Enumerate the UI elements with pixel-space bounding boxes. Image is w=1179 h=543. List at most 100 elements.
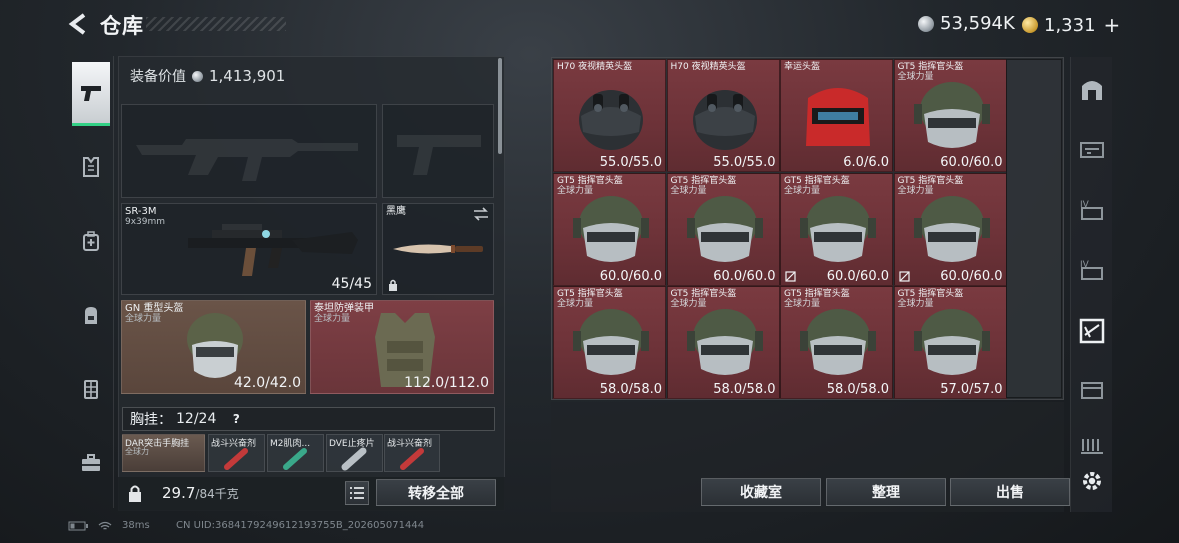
silver-amount: 53,594K <box>940 13 1015 34</box>
loadout-scrollbar[interactable] <box>498 58 502 154</box>
chest-item-slot[interactable]: M2肌肉... <box>267 434 324 472</box>
helmet-durability: 42.0/42.0 <box>233 375 301 391</box>
list-icon <box>350 487 364 499</box>
crate-icon <box>1081 382 1103 399</box>
lock-icon[interactable] <box>127 484 143 502</box>
storage-item[interactable]: GT5 指挥官头盔 全球力量 60.0/60.0 <box>553 172 666 286</box>
storage-nav: IV IV <box>1070 57 1112 512</box>
rig-icon <box>84 380 98 399</box>
item-faction: 全球力量 <box>784 185 821 196</box>
weight-display: 29.7/84千克 <box>162 484 239 502</box>
nav-case[interactable] <box>72 444 110 482</box>
item-faction: 全球力量 <box>670 185 707 196</box>
helmet-icon <box>806 88 870 146</box>
item-durability: 58.0/58.0 <box>599 382 662 397</box>
nav-backpack[interactable] <box>72 296 110 334</box>
armor-slot[interactable]: 泰坦防弹装甲 全球力量 112.0/112.0 <box>310 300 494 394</box>
chest-item-slot[interactable]: DVE止疼片 <box>326 434 383 472</box>
item-name: GT5 指挥官头盔 <box>897 175 964 186</box>
item-durability: 60.0/60.0 <box>599 268 662 284</box>
weapon-ammo: 45/45 <box>331 276 372 292</box>
nav-armor[interactable] <box>72 148 110 186</box>
chest-item-slot[interactable]: 战斗兴奋剂 <box>384 434 440 472</box>
wifi-icon <box>98 521 112 530</box>
storage-item[interactable]: GT5 指挥官头盔 全球力量 58.0/58.0 <box>666 286 780 399</box>
nav-vault[interactable] <box>1076 73 1108 105</box>
nav-weapons[interactable] <box>72 62 110 126</box>
weight-current: 29.7 <box>162 484 196 502</box>
weight-max: /84千克 <box>195 487 239 501</box>
lock-icon <box>389 279 397 291</box>
nav-chest-rig[interactable] <box>72 370 110 408</box>
settings-button[interactable] <box>1076 465 1108 497</box>
item-name: GT5 指挥官头盔 <box>557 289 623 299</box>
pistol-silhouette-icon <box>397 135 481 175</box>
nav-ammo[interactable] <box>1076 431 1108 463</box>
nav-weapon-case[interactable] <box>1076 133 1108 165</box>
status-bar: 38ms <box>68 520 150 531</box>
storage-item[interactable]: GT5 指挥官头盔 全球力量 60.0/60.0 <box>893 59 1007 172</box>
list-view-button[interactable] <box>345 481 369 505</box>
storage-iv-2-icon: IV <box>1080 260 1103 280</box>
item-faction: 全球力量 <box>897 299 934 309</box>
organize-button[interactable]: 整理 <box>826 478 946 506</box>
primary-weapon-slot[interactable]: SR-3M 9x39mm 45/45 <box>121 203 377 295</box>
storage-item[interactable]: GT5 指挥官头盔 全球力量 60.0/60.0 <box>893 172 1007 286</box>
item-name: GT5 指挥官头盔 <box>784 175 850 186</box>
ping-value: 38ms <box>122 520 150 531</box>
page-title: 仓库 <box>100 14 144 38</box>
transfer-all-button[interactable]: 转移全部 <box>376 479 496 506</box>
item-name: GT5 指挥官头盔 <box>670 175 737 186</box>
storage-item[interactable]: GT5 指挥官头盔 全球力量 58.0/58.0 <box>780 286 893 399</box>
item-durability: 60.0/60.0 <box>940 268 1003 284</box>
storage-item[interactable]: H70 夜视精英头盔 55.0/55.0 <box>553 59 666 172</box>
ammo-icon <box>1081 439 1103 454</box>
storage-item[interactable]: 幸运头盔 6.0/6.0 <box>780 59 893 172</box>
helmet-icon <box>573 195 649 262</box>
item-faction: 全球力量 <box>557 185 594 196</box>
storage-item[interactable]: GT5 指挥官头盔 全球力量 57.0/57.0 <box>893 286 1007 399</box>
helmet-icon <box>800 195 876 262</box>
back-arrow-icon[interactable] <box>66 12 90 36</box>
silver-currency: 53,594K <box>918 13 1015 34</box>
item-name: GT5 指挥官头盔 <box>670 289 737 299</box>
gold-currency[interactable]: 1,331 + <box>1022 13 1120 37</box>
helmet-icon <box>800 309 876 375</box>
helmet-icon <box>913 309 990 375</box>
storage-item[interactable]: GT5 指挥官头盔 全球力量 58.0/58.0 <box>553 286 666 399</box>
storage-item[interactable]: GT5 指挥官头盔 全球力量 60.0/60.0 <box>780 172 893 286</box>
chest-item-slot[interactable]: 战斗兴奋剂 <box>208 434 265 472</box>
nav-helmet-case[interactable] <box>1076 315 1108 347</box>
storage-item[interactable]: H70 夜视精英头盔 55.0/55.0 <box>666 59 780 172</box>
medkit-icon <box>83 231 99 251</box>
swap-icon[interactable] <box>473 207 489 221</box>
helmet-icon <box>913 195 990 262</box>
item-durability: 60.0/60.0 <box>940 155 1003 170</box>
gold-amount: 1,331 <box>1044 14 1096 36</box>
sell-button[interactable]: 出售 <box>950 478 1070 506</box>
primary-weapon-slot-empty[interactable] <box>121 104 377 198</box>
nav-medical[interactable] <box>72 222 110 260</box>
helmet-icon <box>692 90 757 150</box>
item-durability: 58.0/58.0 <box>826 382 889 397</box>
collection-room-button[interactable]: 收藏室 <box>701 478 821 506</box>
helmet-icon <box>913 82 990 148</box>
weapon-case-icon <box>1080 142 1104 158</box>
nav-storage-iv-2[interactable]: IV <box>1076 253 1108 285</box>
nav-crate[interactable] <box>1076 373 1108 405</box>
briefcase-icon <box>82 454 100 471</box>
storage-item[interactable]: GT5 指挥官头盔 全球力量 60.0/60.0 <box>666 172 780 286</box>
help-icon[interactable]: ? <box>228 411 244 427</box>
equipment-value: 装备价值 1,413,901 <box>130 66 285 86</box>
add-gold-button[interactable]: + <box>1104 13 1121 37</box>
melee-name: 黑鹰 <box>386 206 406 217</box>
item-name: H70 夜视精英头盔 <box>557 62 633 72</box>
pistol-slot-empty[interactable] <box>382 104 494 198</box>
gold-coin-icon <box>1022 17 1038 33</box>
armor-durability: 112.0/112.0 <box>404 375 489 391</box>
chest-rig-slot[interactable]: DAR突击手胸挂 全球力 <box>122 434 205 472</box>
melee-slot[interactable]: 黑鹰 <box>382 203 494 295</box>
helmet-slot[interactable]: GN 重型头盔 全球力量 42.0/42.0 <box>121 300 306 394</box>
nav-storage-iv[interactable]: IV <box>1076 193 1108 225</box>
chest-rig-header: 胸挂： 12/24 ? <box>122 407 495 431</box>
